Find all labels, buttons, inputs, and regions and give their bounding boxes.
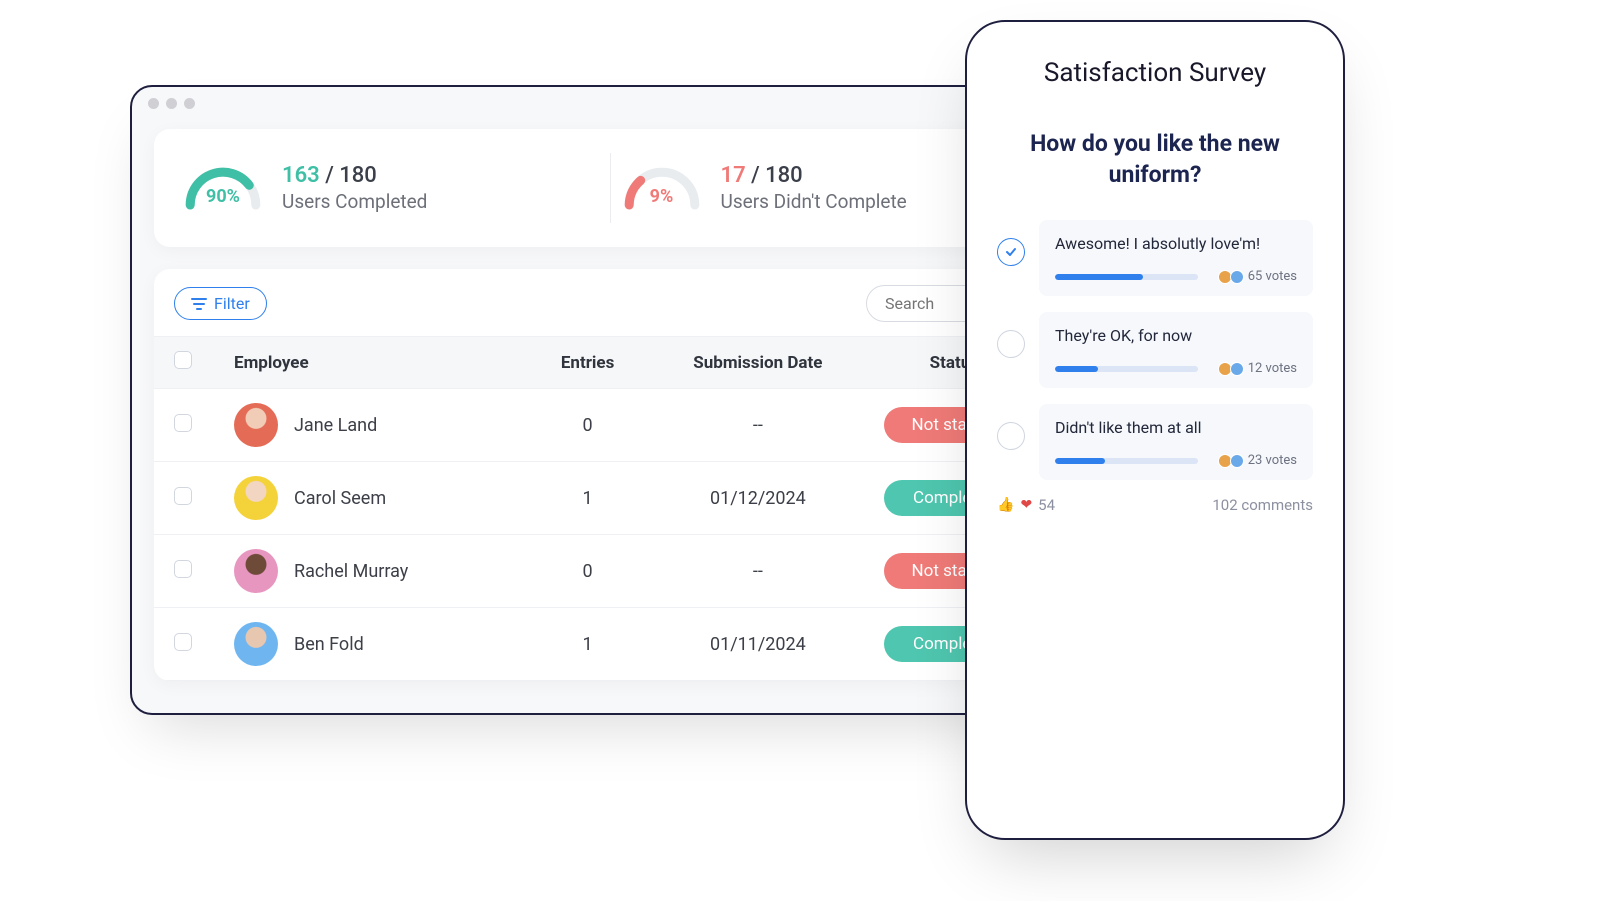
date-cell: -- xyxy=(653,415,863,436)
voter-avatar xyxy=(1230,454,1244,468)
gauge-not-completed: 9% xyxy=(621,164,703,212)
header-employee: Employee xyxy=(234,353,522,373)
avatar xyxy=(234,549,278,593)
not-completed-number: 17 xyxy=(721,163,746,188)
dashboard-window: 90% 163 / 180 Users Completed 9% xyxy=(130,85,1090,715)
option-label: Awesome! I absolutly love'm! xyxy=(1055,234,1297,253)
table-row[interactable]: Carol Seem101/12/2024Completed xyxy=(154,462,1066,535)
entries-cell: 1 xyxy=(522,634,653,655)
completed-number: 163 xyxy=(282,163,320,188)
reactions-count: 54 xyxy=(1038,496,1055,514)
option-label: They're OK, for now xyxy=(1055,326,1297,345)
voter-avatar xyxy=(1230,270,1244,284)
table-toolbar: Filter xyxy=(154,269,1066,336)
completed-sublabel: Users Completed xyxy=(282,190,427,213)
completed-count: 163 / 180 xyxy=(282,163,427,188)
row-checkbox[interactable] xyxy=(174,560,192,578)
avatar xyxy=(234,403,278,447)
vote-bar xyxy=(1055,366,1198,372)
survey-question: How do you like the new uniform? xyxy=(1007,128,1303,190)
completed-total: / 180 xyxy=(325,163,377,188)
date-cell: 01/12/2024 xyxy=(653,488,863,509)
table-row[interactable]: Ben Fold101/11/2024Completed xyxy=(154,608,1066,681)
checkbox-all[interactable] xyxy=(174,351,192,369)
table-header: Employee Entries Submission Date Status xyxy=(154,336,1066,389)
survey-phone-card: Satisfaction Survey How do you like the … xyxy=(965,20,1345,840)
vote-bar xyxy=(1055,274,1198,280)
option-card: Didn't like them at all 23 votes xyxy=(1039,404,1313,480)
voter-avatar xyxy=(1230,362,1244,376)
survey-title: Satisfaction Survey xyxy=(997,58,1313,88)
window-dot-close[interactable] xyxy=(148,98,159,109)
entries-cell: 0 xyxy=(522,415,653,436)
table-card: Filter Employee Entries Submission Date … xyxy=(154,269,1066,681)
not-completed-sublabel: Users Didn't Complete xyxy=(721,190,907,213)
filter-button[interactable]: Filter xyxy=(174,287,267,320)
filter-button-label: Filter xyxy=(214,294,250,313)
vote-count: 23 votes xyxy=(1218,453,1297,468)
entries-cell: 0 xyxy=(522,561,653,582)
date-cell: 01/11/2024 xyxy=(653,634,863,655)
header-entries: Entries xyxy=(522,353,653,373)
heart-icon: ❤ xyxy=(1020,497,1032,513)
row-checkbox[interactable] xyxy=(174,487,192,505)
not-completed-count: 17 / 180 xyxy=(721,163,907,188)
survey-footer: 👍 ❤ 54 102 comments xyxy=(997,496,1313,514)
employee-name: Carol Seem xyxy=(294,488,386,509)
window-dot-min[interactable] xyxy=(166,98,177,109)
table-row[interactable]: Rachel Murray0--Not started xyxy=(154,535,1066,608)
stat-divider xyxy=(610,153,611,223)
gauge-completed: 90% xyxy=(182,164,264,212)
option-label: Didn't like them at all xyxy=(1055,418,1297,437)
comments-link[interactable]: 102 comments xyxy=(1212,496,1313,514)
gauge-completed-label: 90% xyxy=(182,186,264,207)
vote-count: 65 votes xyxy=(1218,269,1297,284)
survey-option[interactable]: They're OK, for now 12 votes xyxy=(997,312,1313,388)
header-date: Submission Date xyxy=(653,353,863,373)
not-completed-total: / 180 xyxy=(751,163,803,188)
option-card: Awesome! I absolutly love'm! 65 votes xyxy=(1039,220,1313,296)
radio-button[interactable] xyxy=(997,330,1025,358)
employee-name: Jane Land xyxy=(294,415,377,436)
window-dot-max[interactable] xyxy=(184,98,195,109)
stat-completed: 90% 163 / 180 Users Completed xyxy=(182,163,600,213)
vote-count: 12 votes xyxy=(1218,361,1297,376)
survey-option[interactable]: Didn't like them at all 23 votes xyxy=(997,404,1313,480)
avatar xyxy=(234,622,278,666)
stats-card: 90% 163 / 180 Users Completed 9% xyxy=(154,129,1066,247)
filter-icon xyxy=(191,297,207,311)
employee-name: Rachel Murray xyxy=(294,561,408,582)
date-cell: -- xyxy=(653,561,863,582)
row-checkbox[interactable] xyxy=(174,633,192,651)
table-row[interactable]: Jane Land0--Not started xyxy=(154,389,1066,462)
reactions[interactable]: 👍 ❤ 54 xyxy=(997,496,1055,514)
employee-name: Ben Fold xyxy=(294,634,364,655)
entries-cell: 1 xyxy=(522,488,653,509)
row-checkbox[interactable] xyxy=(174,414,192,432)
thumbs-up-icon: 👍 xyxy=(997,497,1014,513)
window-titlebar xyxy=(132,87,1088,119)
avatar xyxy=(234,476,278,520)
gauge-not-completed-label: 9% xyxy=(621,186,703,207)
vote-bar xyxy=(1055,458,1198,464)
radio-button[interactable] xyxy=(997,422,1025,450)
option-card: They're OK, for now 12 votes xyxy=(1039,312,1313,388)
survey-option[interactable]: Awesome! I absolutly love'm! 65 votes xyxy=(997,220,1313,296)
radio-button[interactable] xyxy=(997,238,1025,266)
